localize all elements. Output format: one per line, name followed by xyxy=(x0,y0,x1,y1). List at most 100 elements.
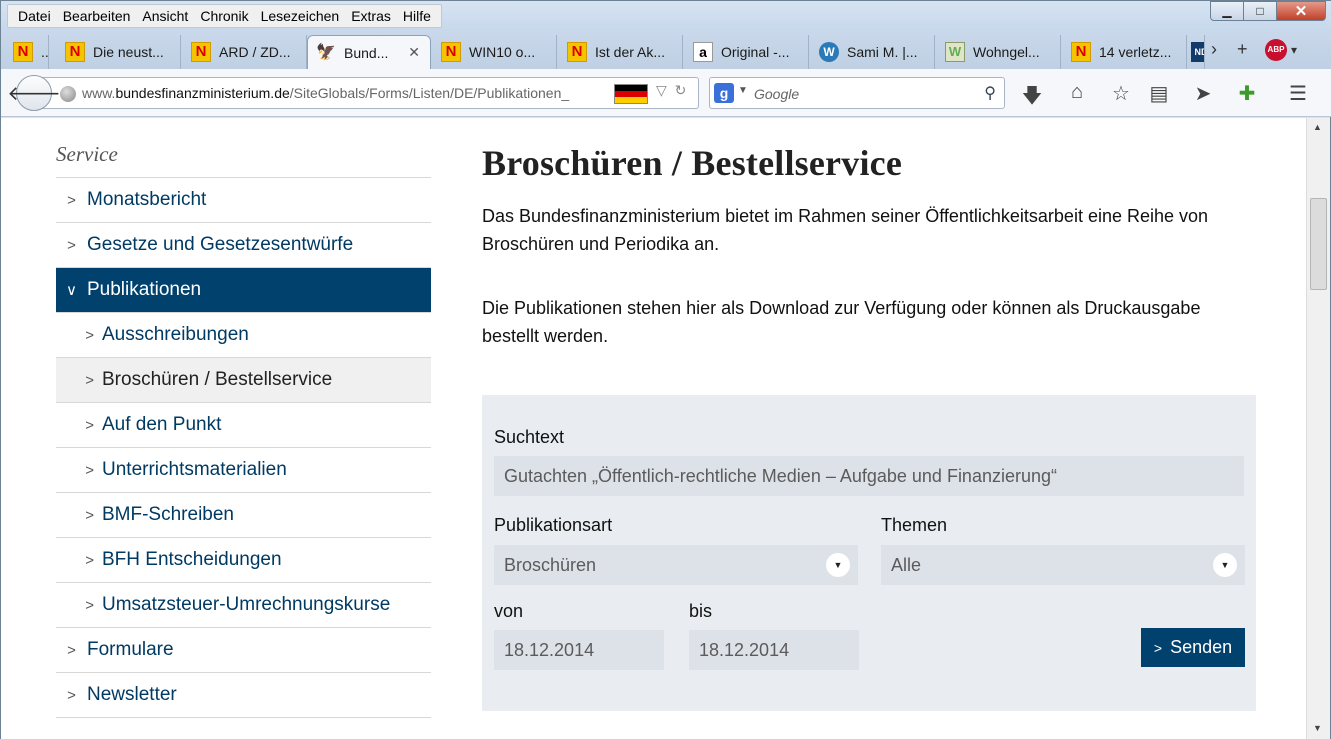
menu-bar: Datei Bearbeiten Ansicht Chronik Lesezei… xyxy=(7,4,442,28)
menu-bearbeiten[interactable]: Bearbeiten xyxy=(57,5,137,27)
search-input[interactable]: Google xyxy=(754,86,799,102)
tab[interactable]: a Original -... xyxy=(685,35,809,69)
sidebar-item-bmf-schreiben[interactable]: > BMF-Schreiben xyxy=(56,493,431,538)
sidebar-item-auf-den-punkt[interactable]: > Auf den Punkt xyxy=(56,403,431,448)
hamburger-menu-icon[interactable]: ☰ xyxy=(1285,81,1311,106)
von-date-input[interactable]: 18.12.2014 xyxy=(494,630,664,670)
maximize-button[interactable]: □ xyxy=(1243,1,1277,21)
search-icon[interactable]: ⚲ xyxy=(984,83,996,103)
tab[interactable]: W Wohngel... xyxy=(937,35,1061,69)
sidebar-item-label: Gesetze und Gesetzesentwürfe xyxy=(87,234,354,255)
menu-extras[interactable]: Extras xyxy=(345,5,397,27)
tab[interactable]: N Die neust... xyxy=(57,35,181,69)
tab-title: ARD / ZD... xyxy=(219,44,291,60)
menu-hilfe[interactable]: Hilfe xyxy=(397,5,437,27)
tab[interactable]: N 14 verletz... xyxy=(1063,35,1187,69)
tab-title: Wohngel... xyxy=(973,44,1040,60)
bis-date-input[interactable]: 18.12.2014 xyxy=(689,630,859,670)
sidebar-item-label: Monatsbericht xyxy=(87,189,207,210)
suchtext-input[interactable]: Gutachten „Öffentlich-rechtliche Medien … xyxy=(494,456,1244,496)
adblock-icon[interactable]: ABP xyxy=(1265,39,1287,61)
sidebar-nav: Service > Monatsbericht > Gesetze und Gese… xyxy=(56,118,431,718)
puzzle-icon[interactable]: ✚ xyxy=(1234,81,1260,106)
chevron-right-icon: > xyxy=(67,641,76,659)
tab[interactable]: N Ist der Ak... xyxy=(559,35,683,69)
menu-ansicht[interactable]: Ansicht xyxy=(136,5,194,27)
sidebar-item-publikationen[interactable]: ∨ Publikationen xyxy=(56,268,431,313)
url-text[interactable]: www.bundesfinanzministerium.de/SiteGloba… xyxy=(82,85,610,101)
tab-title: Sami M. |... xyxy=(847,44,918,60)
url-path: /SiteGlobals/Forms/Listen/DE/Publikation… xyxy=(289,85,570,101)
sidebar-item-label: Auf den Punkt xyxy=(102,414,222,435)
search-bar[interactable]: g ▼ Google ⚲ xyxy=(709,77,1005,109)
sidebar-item-unterrichtsmaterialien[interactable]: > Unterrichtsmaterialien xyxy=(56,448,431,493)
download-icon[interactable]: 🡇 xyxy=(1019,81,1045,115)
minimize-button[interactable]: ▁ xyxy=(1210,1,1244,21)
sidebar-item-umsatzsteuer[interactable]: > Umsatzsteuer-Umrechnungskurse xyxy=(56,583,431,628)
close-tab-icon[interactable]: ✕ xyxy=(408,44,420,61)
chevron-down-icon[interactable]: ▼ xyxy=(1213,553,1237,577)
sidebar-item-ausschreibungen[interactable]: > Ausschreibungen xyxy=(56,313,431,358)
chevron-right-icon: > xyxy=(85,416,94,434)
tab-strip: N.. N Die neust... N ARD / ZD... 🦅 Bund... … xyxy=(1,31,1331,69)
sidebar-item-label: Unterrichtsmaterialien xyxy=(102,459,287,480)
w-icon: W xyxy=(945,42,965,62)
menu-datei[interactable]: Datei xyxy=(12,5,57,27)
scroll-up-icon[interactable]: ▲ xyxy=(1313,122,1322,132)
sidebar-item-broschueren[interactable]: > Broschüren / Bestellservice xyxy=(56,358,431,403)
publikationsart-label: Publikationsart xyxy=(494,515,613,535)
chevron-right-icon: > xyxy=(67,191,76,209)
tab[interactable]: W Sami M. |... xyxy=(811,35,935,69)
sidebar-item-label: Newsletter xyxy=(87,684,177,705)
reload-icon[interactable]: ↻ xyxy=(675,82,687,98)
n-icon: N xyxy=(65,42,85,62)
themen-value: Alle xyxy=(891,555,922,575)
sidebar-item-newsletter[interactable]: > Newsletter xyxy=(56,673,431,718)
reader-icon[interactable]: ▤ xyxy=(1146,81,1172,106)
senden-button[interactable]: > Senden xyxy=(1141,628,1245,667)
chevron-down-icon[interactable]: ▼ xyxy=(826,553,850,577)
send-icon[interactable]: ➤ xyxy=(1190,81,1216,106)
eagle-icon: 🦅 xyxy=(316,43,336,61)
publikationsart-select[interactable]: Broschüren ▼ xyxy=(494,545,858,585)
sidebar-item-label: BFH Entscheidungen xyxy=(102,549,282,570)
home-icon[interactable]: ⌂ xyxy=(1064,81,1090,104)
sidebar-item-gesetze[interactable]: > Gesetze und Gesetzesentwürfe xyxy=(56,223,431,268)
scroll-tabs-right-icon[interactable]: › xyxy=(1211,39,1217,60)
new-tab-icon[interactable]: + xyxy=(1237,39,1248,60)
tab[interactable]: ND xyxy=(1189,35,1205,69)
tab-title: Ist der Ak... xyxy=(595,44,666,60)
vertical-scrollbar[interactable]: ▲ ▼ xyxy=(1306,118,1330,739)
title-bar: Datei Bearbeiten Ansicht Chronik Lesezei… xyxy=(1,1,1331,31)
sidebar-item-monatsbericht[interactable]: > Monatsbericht xyxy=(56,178,431,223)
back-arrow-icon: 🡐 xyxy=(7,82,61,105)
menu-lesezeichen[interactable]: Lesezeichen xyxy=(255,5,346,27)
sidebar-item-bfh-entscheidungen[interactable]: > BFH Entscheidungen xyxy=(56,538,431,583)
menu-chronik[interactable]: Chronik xyxy=(194,5,254,27)
url-domain: bundesfinanzministerium.de xyxy=(115,85,290,101)
tab-active[interactable]: 🦅 Bund... ✕ xyxy=(307,35,431,69)
url-bar[interactable]: 🡐 www.bundesfinanzministerium.de/SiteGlo… xyxy=(7,75,699,111)
scrollbar-thumb[interactable] xyxy=(1310,198,1327,290)
chevron-right-icon: > xyxy=(85,371,94,389)
chevron-down-icon[interactable]: ▼ xyxy=(738,85,748,96)
back-button[interactable]: 🡐 xyxy=(7,75,61,111)
chevron-right-icon: > xyxy=(67,686,76,704)
scroll-down-icon[interactable]: ▼ xyxy=(1313,723,1322,733)
bookmark-star-icon[interactable]: ☆ xyxy=(1108,81,1134,106)
tab[interactable]: N ARD / ZD... xyxy=(183,35,307,69)
tab[interactable]: N WIN10 o... xyxy=(433,35,557,69)
n-icon: N xyxy=(441,42,461,62)
close-window-button[interactable]: ✕ xyxy=(1276,1,1326,21)
chevron-down-icon[interactable]: ▽ xyxy=(656,82,667,98)
tab-title: Bund... xyxy=(344,44,389,61)
sidebar-item-label: Ausschreibungen xyxy=(102,324,249,345)
google-icon[interactable]: g xyxy=(714,83,734,103)
tab[interactable]: N.. xyxy=(9,35,49,69)
n-icon: N xyxy=(191,42,211,62)
chevron-down-icon[interactable]: ▾ xyxy=(1291,43,1297,57)
globe-icon xyxy=(60,86,76,102)
sidebar-item-formulare[interactable]: > Formulare xyxy=(56,628,431,673)
themen-select[interactable]: Alle ▼ xyxy=(881,545,1245,585)
page-content: Service > Monatsbericht > Gesetze und Gese… xyxy=(1,118,1306,739)
